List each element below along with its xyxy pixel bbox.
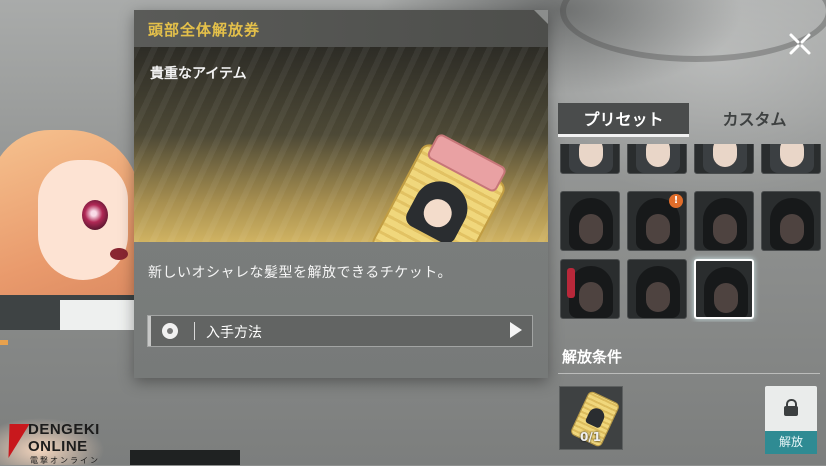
hair-option[interactable] (694, 191, 754, 251)
location-pin-icon (162, 323, 178, 339)
arrow-right-icon (510, 322, 522, 338)
face-shape (713, 214, 737, 244)
hair-option[interactable] (627, 259, 687, 319)
bottom-bar (130, 450, 240, 465)
hair-option[interactable] (694, 144, 754, 174)
watermark-line2: ONLINE (28, 438, 88, 455)
accent-mark (0, 340, 8, 345)
required-ticket-item[interactable]: 0/1 (559, 386, 623, 450)
face-shape (579, 282, 603, 312)
item-rarity-label: 貴重なアイテム (150, 66, 247, 82)
acquire-accent-bar (148, 316, 151, 346)
item-detail-popup: 頭部全体解放券 貴重なアイテム 新しいオシャレな髪型を解放できるチケット。 入手… (134, 10, 548, 378)
character-mouth (110, 248, 128, 260)
item-description: 新しいオシャレな髪型を解放できるチケット。 (148, 265, 452, 281)
hair-option[interactable] (627, 144, 687, 174)
acquire-divider (194, 322, 195, 340)
condition-divider (558, 373, 820, 374)
hair-grid: ! (560, 144, 824, 322)
face-shape (646, 144, 670, 167)
watermark-line3: 電撃オンライン (30, 456, 100, 465)
face-shape (780, 144, 804, 167)
watermark-logo: DENGEKI ONLINE 電撃オンライン (0, 420, 134, 465)
acquire-method-label: 入手方法 (206, 325, 262, 341)
unlock-button[interactable]: 解放 (765, 386, 817, 454)
face-shape (579, 214, 603, 244)
lock-icon (784, 399, 798, 416)
watermark-line1: DENGEKI (28, 421, 100, 438)
hair-option[interactable]: ! (627, 191, 687, 251)
hair-option[interactable] (560, 191, 620, 251)
hair-option[interactable] (761, 144, 821, 174)
acquire-method-button[interactable]: 入手方法 (147, 315, 533, 347)
lightning-bolt-icon (0, 424, 30, 458)
warning-badge-icon: ! (669, 194, 683, 208)
ticket-count: 0/1 (580, 430, 602, 444)
hair-tabs: プリセット カスタム (558, 103, 820, 139)
close-icon[interactable] (786, 30, 814, 58)
face-shape (579, 144, 603, 167)
character-eye (82, 200, 108, 230)
unlock-condition-title: 解放条件 (562, 348, 623, 366)
hair-option[interactable] (761, 191, 821, 251)
face-shape (646, 214, 670, 244)
tab-preset[interactable]: プリセット (558, 103, 689, 137)
ribbon-accessory (567, 268, 575, 298)
character-portrait (0, 120, 140, 330)
hair-option[interactable] (560, 259, 620, 319)
face-shape (780, 214, 804, 244)
face-shape (646, 282, 670, 312)
hair-option-selected[interactable] (694, 259, 754, 319)
popup-header: 頭部全体解放券 (134, 10, 548, 47)
popup-title: 頭部全体解放券 (148, 21, 261, 39)
face-shape (714, 283, 738, 313)
hair-option[interactable] (560, 144, 620, 174)
character-shirt (60, 300, 140, 330)
corner-notch (534, 10, 548, 24)
unlock-button-label: 解放 (765, 431, 817, 454)
tab-custom[interactable]: カスタム (689, 103, 820, 137)
face-shape (713, 144, 737, 167)
